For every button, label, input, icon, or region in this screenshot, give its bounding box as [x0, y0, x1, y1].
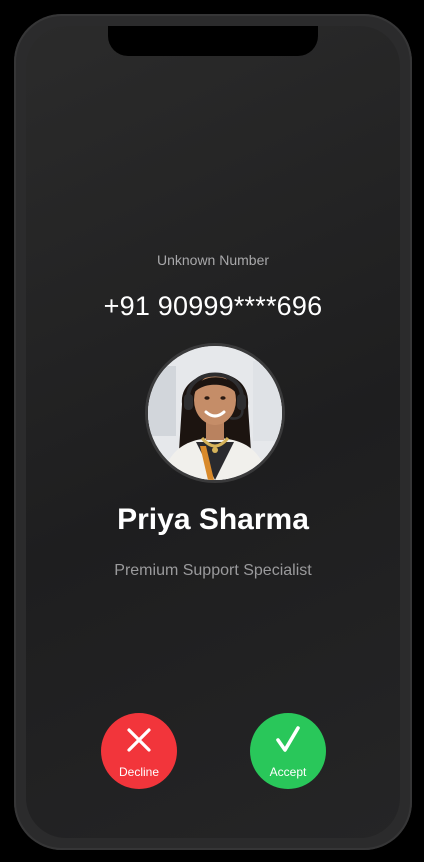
decline-button[interactable]: Decline — [101, 713, 177, 789]
avatar-photo — [148, 346, 282, 480]
avatar — [145, 343, 285, 483]
decline-label: Decline — [118, 765, 160, 779]
caller-name: Priya Sharma — [117, 503, 309, 536]
checkmark-icon — [250, 725, 326, 755]
accept-button[interactable]: Accept — [250, 713, 326, 789]
caller-label: Unknown Number — [156, 252, 270, 268]
accept-label: Accept — [269, 765, 307, 779]
close-icon — [101, 725, 177, 755]
caller-title: Premium Support Specialist — [114, 562, 312, 579]
notch — [108, 26, 318, 56]
incoming-call-screen: Unknown Number +91 90999****696 Priya Sh… — [26, 26, 400, 838]
caller-number: +91 90999****696 — [103, 291, 323, 321]
phone-frame: Unknown Number +91 90999****696 Priya Sh… — [14, 14, 412, 850]
